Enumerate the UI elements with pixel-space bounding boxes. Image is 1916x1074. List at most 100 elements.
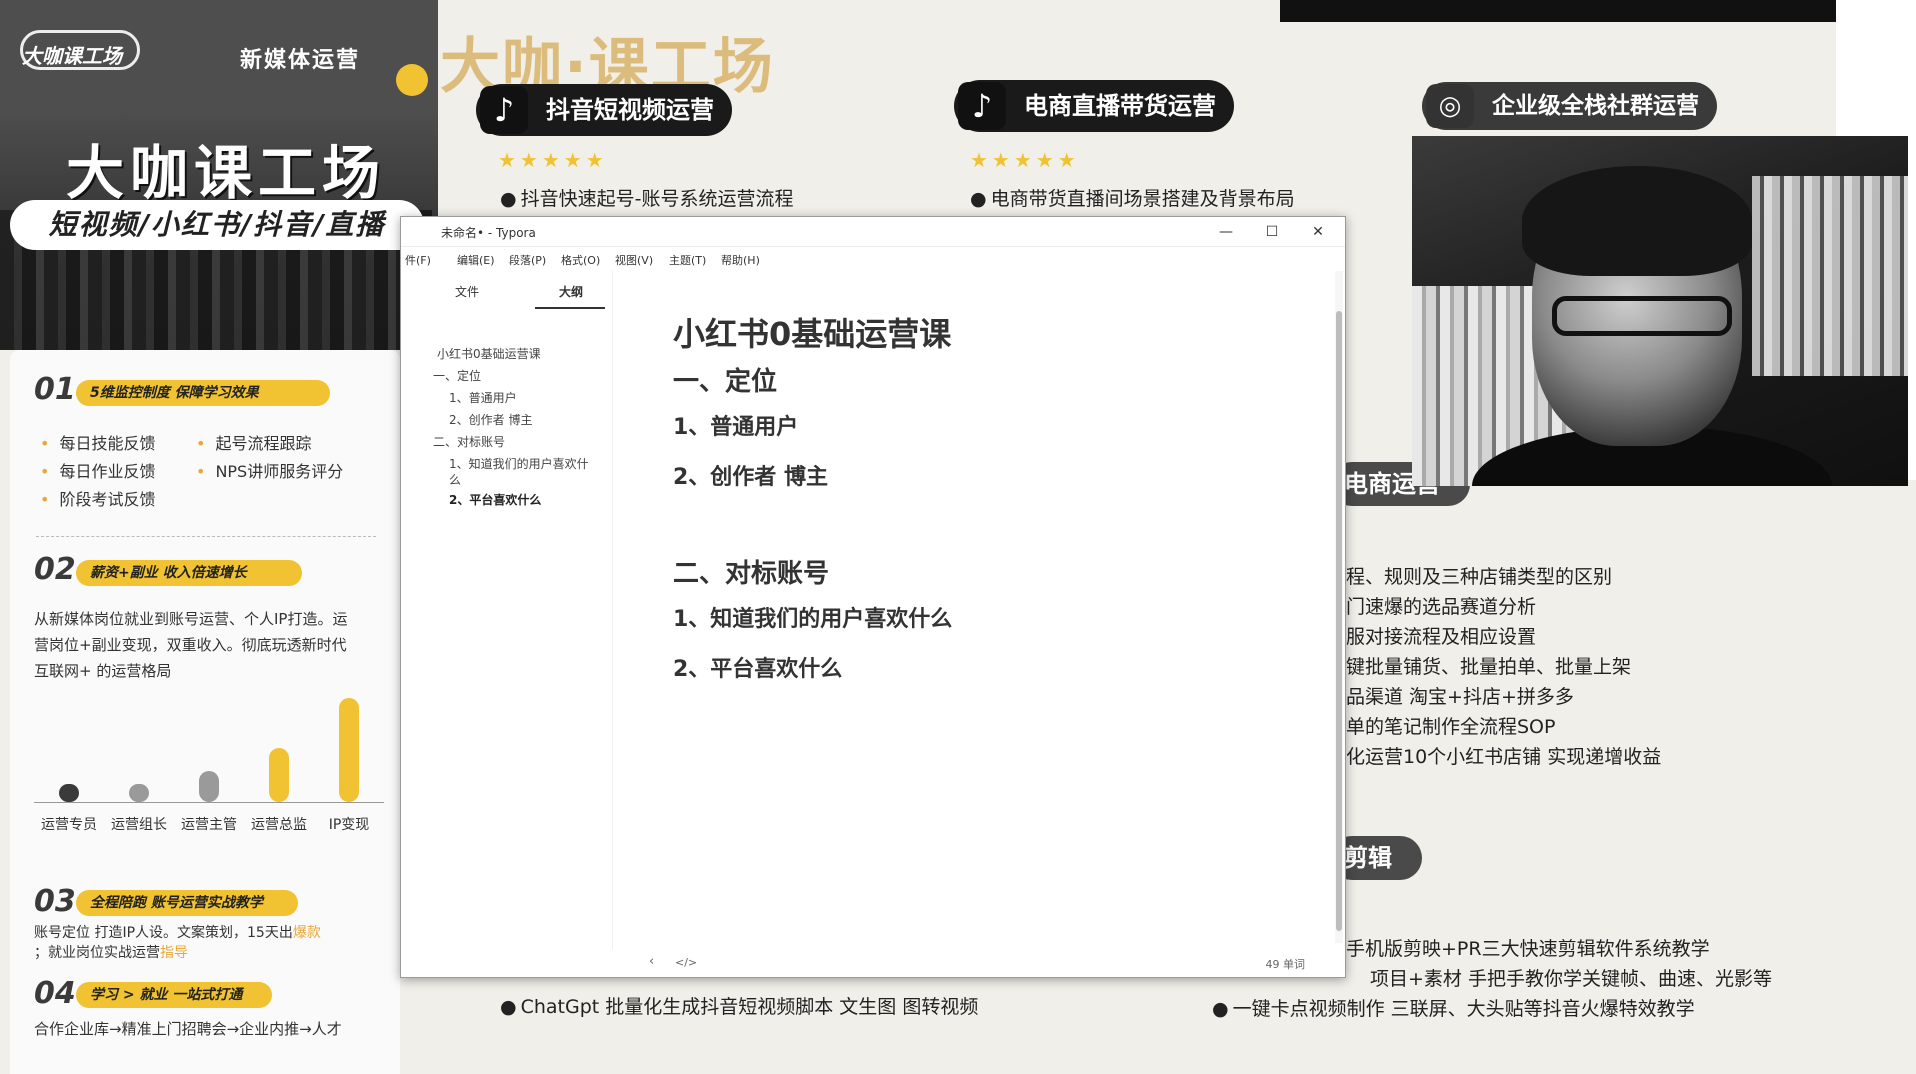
maximize-button[interactable]: ☐ — [1257, 221, 1287, 243]
feature-bullet: 起号流程跟踪 — [196, 430, 311, 454]
feature-bullet: 每日技能反馈 — [40, 430, 155, 454]
features-card-lower: 03 全程陪跑 账号运营实战教学 账号定位 打造IP人设。文案策划，15天出爆款… — [10, 868, 400, 1074]
tiktok-icon: ♪ — [958, 82, 1006, 130]
highlight-text: 指导 — [160, 945, 188, 961]
top-black-strip — [1280, 0, 1836, 22]
outline-item[interactable]: 2、创作者 博主 — [449, 411, 532, 428]
income-bar-label: 运营专员 — [41, 817, 97, 833]
menu-help[interactable]: 帮助(H) — [721, 252, 760, 268]
section-title: 全程陪跑 账号运营实战教学 — [76, 890, 298, 916]
divider — [36, 536, 376, 537]
section-title: 学习 > 就业 一站式打通 — [76, 982, 272, 1008]
section-paragraph-line: 合作企业库→精准上门招聘会→企业内推→人才 — [34, 1020, 342, 1038]
course-line: 抖音快速起号-账号系统运营流程 — [500, 184, 794, 211]
tab-files[interactable]: 文件 — [455, 283, 479, 300]
wechat-icon: ◎ — [1426, 84, 1474, 128]
outline-item[interactable]: 么 — [449, 471, 461, 488]
tiktok-icon: ♪ — [480, 86, 528, 134]
outline-item[interactable]: 一、定位 — [433, 367, 481, 384]
feature-bullet: 每日作业反馈 — [40, 458, 155, 482]
course-line: ChatGpt 批量化生成抖音短视频脚本 文生图 图转视频 — [500, 992, 979, 1019]
ecommerce-line: 门速爆的选品赛道分析 — [1346, 596, 1537, 618]
menu-theme[interactable]: 主题(T) — [669, 252, 706, 268]
course-title: 抖音短视频运营 — [546, 96, 714, 124]
chart-baseline — [34, 802, 384, 803]
outline-item[interactable]: 二、对标账号 — [433, 433, 505, 450]
paragraph-text: 账号定位 打造IP人设。文案策划，15天出 — [34, 925, 293, 941]
menu-file[interactable]: 件(F) — [405, 252, 431, 268]
doc-paragraph[interactable]: 1、普通用户 — [673, 409, 798, 441]
highlight-text: 爆款 — [292, 925, 321, 941]
bookshelf-image — [1752, 176, 1908, 376]
ecommerce-line: 程、规则及三种店铺类型的区别 — [1346, 566, 1613, 588]
brand-tags: 短视频/小红书/抖音/直播 — [10, 200, 424, 250]
yellow-dot-decoration — [396, 64, 428, 96]
doc-heading-1[interactable]: 小红书0基础运营课 — [673, 309, 951, 355]
editing-line: 一键卡点视频制作 三联屏、大头贴等抖音火爆特效教学 — [1212, 994, 1695, 1021]
feature-bullet: 阶段考试反馈 — [40, 486, 155, 510]
logo-text: 大咖课工场 — [22, 44, 122, 68]
income-bar-chart — [34, 690, 384, 802]
close-button[interactable]: ✕ — [1303, 221, 1333, 243]
menu-edit[interactable]: 编辑(E) — [457, 252, 495, 268]
income-bar — [269, 748, 289, 802]
back-arrow-icon[interactable]: ‹ — [649, 954, 654, 969]
section-number: 03 — [34, 884, 76, 919]
income-bar-label: IP变现 — [328, 817, 370, 833]
outline-sidebar: 文件 大纲 小红书0基础运营课 一、定位 1、普通用户 2、创作者 博主 二、对… — [401, 271, 613, 975]
course-pill-douyin: ♪ 抖音短视频运营 — [476, 84, 732, 136]
doc-paragraph[interactable]: 2、平台喜欢什么 — [673, 651, 842, 683]
section-number: 02 — [34, 552, 76, 587]
menu-view[interactable]: 视图(V) — [615, 252, 653, 268]
editing-line: 项目+素材 手把手教你学关键帧、曲速、光影等 — [1370, 968, 1772, 990]
doc-heading-2[interactable]: 二、对标账号 — [673, 553, 829, 590]
menu-paragraph[interactable]: 段落(P) — [509, 252, 546, 268]
scrollbar-thumb[interactable] — [1336, 311, 1342, 931]
income-bar-label: 运营主管 — [181, 817, 237, 833]
rating-stars: ★★★★★ — [498, 148, 608, 172]
tab-outline[interactable]: 大纲 — [559, 283, 583, 300]
course-title: 电商直播带货运营 — [1024, 92, 1216, 120]
doc-paragraph[interactable]: 2、创作者 博主 — [673, 459, 828, 491]
word-count[interactable]: 49 单词 — [1266, 956, 1306, 972]
menu-format[interactable]: 格式(O) — [561, 252, 600, 268]
section-number: 01 — [34, 372, 76, 407]
section-title: 5维监控制度 保障学习效果 — [76, 380, 330, 406]
status-bar: ‹ </> 49 单词 — [401, 949, 1345, 977]
section-number: 04 — [34, 976, 76, 1011]
outline-item[interactable]: 1、普通用户 — [449, 389, 517, 406]
doc-paragraph[interactable]: 1、知道我们的用户喜欢什么 — [673, 601, 952, 633]
presenter-glasses — [1552, 296, 1732, 336]
course-title: 企业级全栈社群运营 — [1492, 93, 1699, 119]
document-editor[interactable]: 小红书0基础运营课 一、定位 1、普通用户 2、创作者 博主 二、对标账号 1、… — [613, 271, 1333, 975]
editor-scrollbar[interactable] — [1335, 271, 1343, 943]
source-code-toggle-icon[interactable]: </> — [675, 956, 697, 969]
outline-item-active[interactable]: 2、平台喜欢什么 — [449, 491, 541, 508]
presenter-hair — [1522, 166, 1752, 276]
minimize-button[interactable]: — — [1211, 221, 1241, 243]
feature-bullet: NPS讲师服务评分 — [196, 458, 343, 482]
course-pill-ecommerce-live: ♪ 电商直播带货运营 — [954, 80, 1234, 132]
section-paragraph-line: 互联网+ 的运营格局 — [34, 662, 172, 680]
typora-window[interactable]: 未命名• - Typora — ☐ ✕ 件(F) 编辑(E) 段落(P) 格式(… — [400, 216, 1346, 978]
rating-stars: ★★★★★ — [970, 148, 1080, 172]
title-bar[interactable]: 未命名• - Typora — ☐ ✕ — [401, 217, 1345, 247]
section-paragraph-line: 营岗位+副业变现，双重收入。彻底玩透新时代 — [34, 636, 347, 654]
brand-title: 大咖课工场 — [66, 139, 387, 207]
ecommerce-line: 键批量铺货、批量拍单、批量上架 — [1346, 656, 1632, 678]
income-bar — [199, 771, 219, 802]
course-line: 电商带货直播间场景搭建及背景布局 — [970, 184, 1295, 211]
ecommerce-line: 化运营10个小红书店铺 实现递增收益 — [1346, 746, 1662, 768]
section-title: 薪资+副业 收入倍速增长 — [76, 560, 302, 586]
outline-item[interactable]: 1、知道我们的用户喜欢什 — [449, 455, 589, 472]
ecommerce-line: 单的笔记制作全流程SOP — [1346, 716, 1556, 738]
webcam-video — [1412, 136, 1908, 486]
menu-bar: 件(F) 编辑(E) 段落(P) 格式(O) 视图(V) 主题(T) 帮助(H) — [401, 247, 1345, 271]
section-paragraph-line: 从新媒体岗位就业到账号运营、个人IP打造。运 — [34, 610, 348, 628]
ecommerce-line: 服对接流程及相应设置 — [1346, 626, 1537, 648]
outline-item[interactable]: 小红书0基础运营课 — [437, 345, 541, 362]
media-label: 新媒体运营 — [240, 48, 361, 73]
window-title: 未命名• - Typora — [441, 226, 536, 240]
course-pill-community: ◎ 企业级全栈社群运营 — [1422, 82, 1717, 130]
doc-heading-2[interactable]: 一、定位 — [673, 361, 777, 398]
